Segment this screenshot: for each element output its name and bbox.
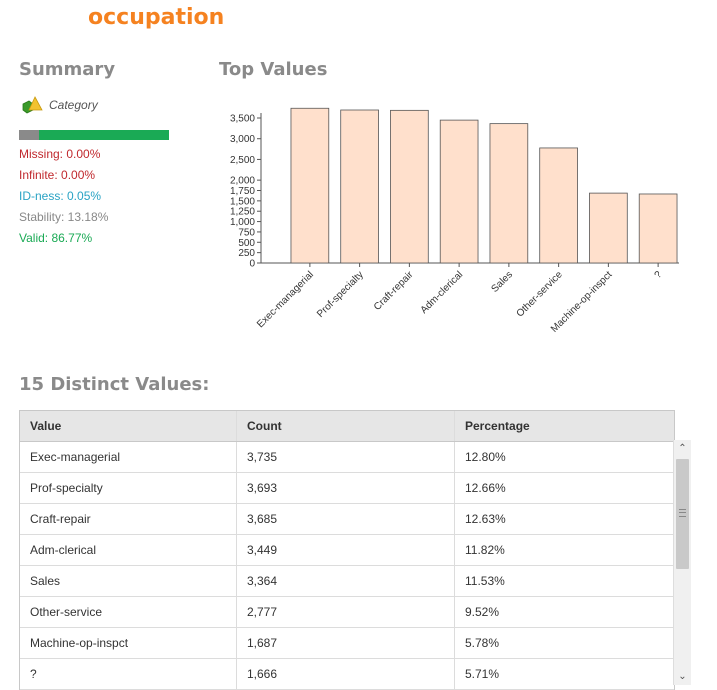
grip-icon xyxy=(679,509,686,517)
bar xyxy=(489,123,529,264)
bar xyxy=(439,119,479,264)
value-cell: Other-service xyxy=(20,597,237,627)
count-cell: 2,777 xyxy=(237,597,455,627)
bar xyxy=(390,109,429,264)
column-header-percentage[interactable]: Percentage xyxy=(455,411,674,441)
y-tick-label: 1,000 xyxy=(230,217,255,228)
y-tick-label: 1,250 xyxy=(230,207,255,218)
y-tick-label: 500 xyxy=(238,238,255,249)
type-label: Category xyxy=(49,98,98,112)
x-tick-label: Exec-managerial xyxy=(255,269,316,330)
table-row[interactable]: Craft-repair 3,685 12.63% xyxy=(20,504,674,535)
percentage-cell: 12.63% xyxy=(465,512,506,526)
count-cell: 3,735 xyxy=(237,442,455,472)
bar xyxy=(589,192,628,264)
y-tick-label: 2,000 xyxy=(230,176,255,187)
table-scrollbar[interactable]: ⌃ ⌄ xyxy=(673,440,691,685)
percentage-cell: 9.52% xyxy=(465,605,500,619)
x-tick-label: Adm-clerical xyxy=(419,269,466,316)
table-row[interactable]: Other-service 2,777 9.52% xyxy=(20,597,674,628)
count-cell: 3,693 xyxy=(237,473,455,503)
scroll-thumb[interactable] xyxy=(676,459,689,569)
missing-stat: Missing: 0.00% xyxy=(19,147,101,161)
y-tick-label: 2,500 xyxy=(230,155,255,166)
stability-stat: Stability: 13.18% xyxy=(19,210,109,224)
count-cell: 3,364 xyxy=(237,566,455,596)
table-row[interactable]: ? 1,666 5.71% xyxy=(20,659,674,690)
table-row[interactable]: Sales 3,364 11.53% xyxy=(20,566,674,597)
y-tick-label: 1,500 xyxy=(230,196,255,207)
y-tick-label: 3,000 xyxy=(230,134,255,145)
bar xyxy=(340,109,379,264)
table-row[interactable]: Machine-op-inspct 1,687 5.78% xyxy=(20,628,674,659)
percentage-cell: 5.78% xyxy=(465,636,500,650)
y-tick-label: 0 xyxy=(249,259,255,270)
x-tick-label: ? xyxy=(653,269,665,281)
missing-valid-bar xyxy=(19,130,169,140)
x-tick-label: Other-service xyxy=(515,269,566,320)
x-tick-label: Craft-repair xyxy=(372,269,416,313)
value-cell: Prof-specialty xyxy=(20,473,237,503)
percentage-cell: 5.71% xyxy=(465,667,500,681)
bar xyxy=(290,107,330,264)
value-cell: ? xyxy=(20,659,237,689)
scroll-down-icon[interactable]: ⌄ xyxy=(674,668,691,685)
attribute-title: occupation xyxy=(88,5,225,30)
value-cell: Craft-repair xyxy=(20,504,237,534)
column-header-value[interactable]: Value xyxy=(20,411,237,441)
value-cell: Exec-managerial xyxy=(20,442,237,472)
bar xyxy=(539,147,578,264)
category-icon xyxy=(22,96,43,114)
table-row[interactable]: Exec-managerial 3,735 12.80% xyxy=(20,442,674,473)
missing-fill xyxy=(19,130,39,140)
x-tick-label: Sales xyxy=(490,269,515,294)
value-cell: Machine-op-inspct xyxy=(20,628,237,658)
y-tick-label: 250 xyxy=(238,248,255,259)
count-cell: 1,687 xyxy=(237,628,455,658)
percentage-cell: 12.66% xyxy=(465,481,506,495)
value-cell: Sales xyxy=(20,566,237,596)
percentage-cell: 11.82% xyxy=(465,543,505,557)
value-cell: Adm-clerical xyxy=(20,535,237,565)
table-row[interactable]: Prof-specialty 3,693 12.66% xyxy=(20,473,674,504)
percentage-cell: 12.80% xyxy=(465,450,506,464)
type-indicator: Category xyxy=(19,96,98,114)
distinct-values-table: Value Count Percentage Exec-managerial 3,… xyxy=(19,410,675,690)
summary-heading: Summary xyxy=(19,59,116,80)
infinite-stat: Infinite: 0.00% xyxy=(19,168,96,182)
column-header-count[interactable]: Count xyxy=(237,411,455,441)
x-tick-label: Prof-specialty xyxy=(315,269,366,320)
table-header: Value Count Percentage xyxy=(20,411,674,442)
idness-stat: ID-ness: 0.05% xyxy=(19,189,102,203)
bar xyxy=(638,193,678,264)
count-cell: 3,449 xyxy=(237,535,455,565)
y-tick-label: 750 xyxy=(238,227,255,238)
valid-stat: Valid: 86.77% xyxy=(19,231,93,245)
count-cell: 1,666 xyxy=(237,659,455,689)
scroll-up-icon[interactable]: ⌃ xyxy=(674,440,691,457)
valid-fill xyxy=(38,130,169,140)
y-tick-label: 1,750 xyxy=(230,186,255,197)
top-values-heading: Top Values xyxy=(219,59,328,80)
top-values-chart: 02505007501,0001,2501,5001,7502,000 2,500… xyxy=(230,107,679,335)
y-tick-label: 3,500 xyxy=(230,114,255,125)
table-row[interactable]: Adm-clerical 3,449 11.82% xyxy=(20,535,674,566)
count-cell: 3,685 xyxy=(237,504,455,534)
distinct-values-heading: 15 Distinct Values: xyxy=(19,374,210,395)
percentage-cell: 11.53% xyxy=(465,574,505,588)
